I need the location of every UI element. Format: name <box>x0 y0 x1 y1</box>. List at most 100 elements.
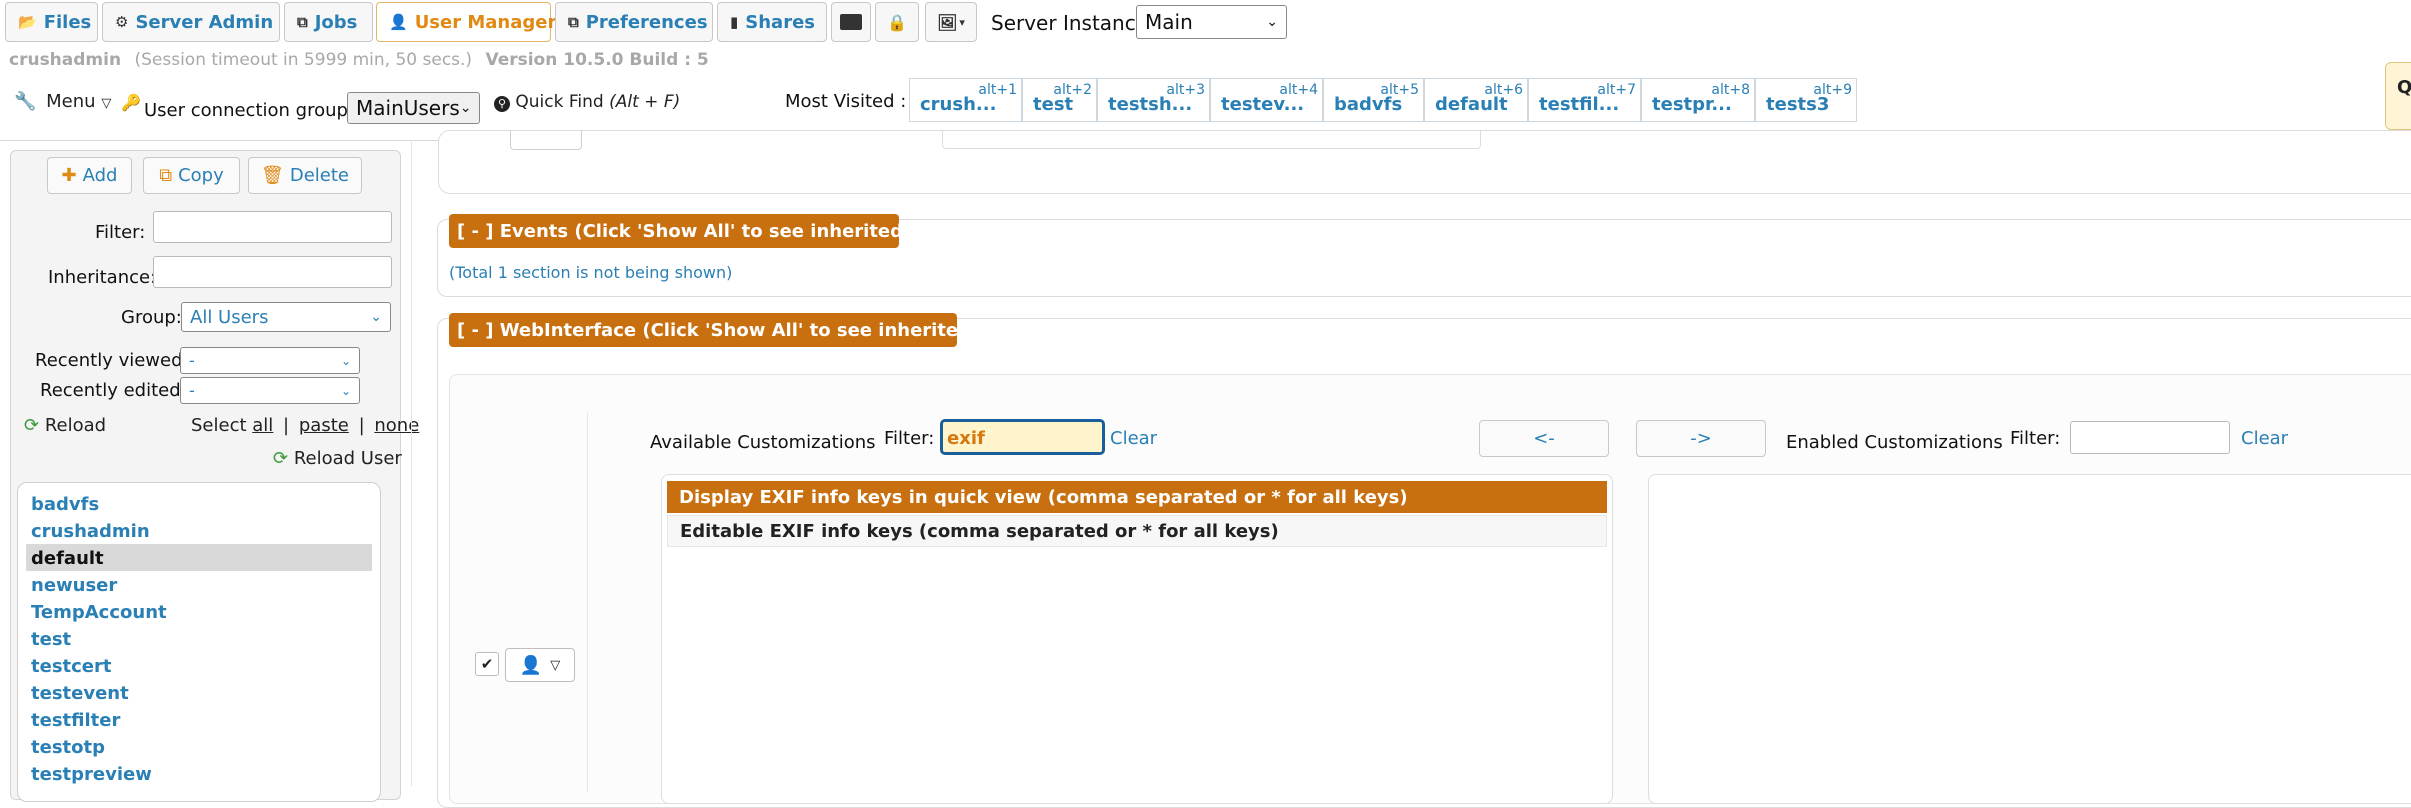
tab-user-manager[interactable]: 👤 User Manager <box>376 2 556 42</box>
most-visited-item[interactable]: alt+7 testfil... <box>1528 78 1641 122</box>
list-item[interactable]: testcert <box>31 656 112 677</box>
recently-edited-label: Recently edited: <box>40 380 187 401</box>
inheritance-label: Inheritance: <box>48 267 157 288</box>
row-divider <box>587 412 588 792</box>
list-item[interactable]: newuser <box>31 575 117 596</box>
reload-user-button[interactable]: ⟳ Reload User <box>273 448 402 469</box>
trash-icon: 🗑 <box>260 165 284 186</box>
checkmark-icon: ✔ <box>480 655 494 673</box>
tab-jobs[interactable]: ⧉ Jobs <box>284 2 373 42</box>
quick-find-label: Quick Find <box>515 92 604 112</box>
enabled-filter-input[interactable] <box>2070 421 2230 454</box>
chevron-down-icon: ▽ <box>550 657 561 673</box>
available-filter-input[interactable]: exif <box>940 419 1105 455</box>
most-visited-item[interactable]: alt+8 testpr... <box>1641 78 1755 122</box>
user-icon: 👤 <box>389 13 408 31</box>
side-popup-label: Q <box>2397 77 2411 98</box>
add-user-button[interactable]: ✚ Add <box>47 157 132 194</box>
most-visited-label: Most Visited : <box>785 91 907 112</box>
enabled-checkbox[interactable]: ✔ <box>475 652 499 676</box>
list-item[interactable]: default <box>31 548 104 569</box>
tab-user-manager-label: User Manager <box>414 11 557 33</box>
tab-server-admin[interactable]: ⚙ Server Admin <box>102 2 280 42</box>
user-group-select[interactable]: MainUsers ⌄ <box>347 92 480 124</box>
server-instance-label: Server Instance: <box>991 11 1155 35</box>
scroll-divider <box>411 142 412 786</box>
delete-user-button[interactable]: 🗑 Delete <box>248 157 362 194</box>
list-item[interactable]: testpreview <box>31 764 152 785</box>
search-icon: ⚲ <box>494 96 510 112</box>
filter-input[interactable] <box>153 211 392 243</box>
list-item[interactable]: crushadmin <box>31 521 150 542</box>
key-icon: 🔑 <box>121 93 141 112</box>
most-visited-item[interactable]: alt+4 testev... <box>1210 78 1323 122</box>
session-info: crushadmin (Session timeout in 5999 min,… <box>9 50 709 70</box>
most-visited-label-text: testpr... <box>1652 94 1732 115</box>
lock-icon: 🔒 <box>887 12 907 32</box>
list-item[interactable]: testevent <box>31 683 129 704</box>
select-all-link[interactable]: all <box>252 415 273 436</box>
session-user: crushadmin <box>9 50 122 70</box>
move-left-button[interactable]: <- <box>1479 420 1609 457</box>
most-visited-label-text: test <box>1033 94 1074 115</box>
tab-jobs-label: Jobs <box>314 11 358 33</box>
server-instance-select[interactable]: Main ⌄ <box>1136 5 1287 39</box>
add-label: Add <box>82 165 118 186</box>
copy-user-button[interactable]: ⧉ Copy <box>143 157 240 194</box>
list-item[interactable]: testfilter <box>31 710 120 731</box>
list-item[interactable]: Display EXIF info keys in quick view (co… <box>667 481 1607 513</box>
recently-edited-select[interactable]: - ⌄ <box>180 377 360 404</box>
server-instance-value: Main <box>1145 10 1193 34</box>
available-filter-label: Filter: <box>884 428 935 449</box>
tab-shares[interactable]: ▮ Shares <box>717 2 827 42</box>
move-right-label: -> <box>1690 428 1712 449</box>
list-item[interactable]: badvfs <box>31 494 99 515</box>
list-item[interactable]: test <box>31 629 71 650</box>
most-visited-item[interactable]: alt+6 default <box>1424 78 1528 122</box>
refresh-icon: ⟳ <box>24 415 40 436</box>
quick-find-shortcut: (Alt + F) <box>609 92 681 112</box>
most-visited-item[interactable]: alt+5 badvfs <box>1323 78 1424 122</box>
quick-find-button[interactable]: ⚲ Quick Find (Alt + F) <box>494 92 680 112</box>
available-filter-value: exif <box>947 428 985 449</box>
chevron-down-icon: ▽ <box>101 96 112 111</box>
move-right-button[interactable]: -> <box>1636 420 1766 457</box>
terminal-icon <box>840 14 862 30</box>
most-visited-item[interactable]: alt+9 tests3 <box>1755 78 1857 122</box>
webinterface-section-header[interactable]: [ - ] WebInterface (Click 'Show All' to … <box>449 313 1049 347</box>
plus-icon: ✚ <box>61 165 77 186</box>
inheritance-input[interactable] <box>153 256 392 288</box>
list-item-label: Editable EXIF info keys (comma separated… <box>680 520 1279 542</box>
menu-button[interactable]: 🔧 Menu ▽ <box>14 91 111 112</box>
select-links: Select all | paste | none <box>191 415 420 436</box>
list-item[interactable]: Editable EXIF info keys (comma separated… <box>667 515 1607 547</box>
recently-viewed-select[interactable]: - ⌄ <box>180 347 360 374</box>
lock-button[interactable]: 🔒 <box>875 2 919 42</box>
refresh-icon: ⟳ <box>273 448 289 469</box>
reload-button[interactable]: ⟳ Reload <box>24 415 106 436</box>
events-note: (Total 1 section is not being shown) <box>449 263 733 282</box>
user-scope-button[interactable]: 👤 ▽ <box>505 648 575 682</box>
enabled-clear-link[interactable]: Clear <box>2241 428 2288 449</box>
theme-button[interactable]: 🖼 ▾ <box>925 2 977 42</box>
tab-preferences[interactable]: ⧉ Preferences <box>555 2 713 42</box>
events-section-header[interactable]: [ - ] Events (Click 'Show All' to see in… <box>449 214 981 248</box>
most-visited-item[interactable]: alt+1 crush... <box>909 78 1022 122</box>
jobs-icon: ⧉ <box>297 13 308 31</box>
move-left-label: <- <box>1533 428 1555 449</box>
list-item[interactable]: testotp <box>31 737 105 758</box>
select-paste-link[interactable]: paste <box>299 415 349 436</box>
terminal-button[interactable] <box>831 2 871 42</box>
list-item[interactable]: TempAccount <box>31 602 167 623</box>
group-select[interactable]: All Users ⌄ <box>181 302 391 332</box>
most-visited-item[interactable]: alt+3 testsh... <box>1097 78 1210 122</box>
tab-shares-label: Shares <box>745 11 815 33</box>
select-none-link[interactable]: none <box>374 415 419 436</box>
side-popup-tab[interactable]: Q <box>2385 62 2411 130</box>
most-visited-item[interactable]: alt+2 test <box>1022 78 1097 122</box>
recently-edited-value: - <box>189 381 195 400</box>
enabled-customizations-label: Enabled Customizations <box>1786 432 2003 453</box>
tab-files[interactable]: 📂 Files <box>5 2 98 42</box>
available-clear-link[interactable]: Clear <box>1110 428 1157 449</box>
most-visited-label-text: testsh... <box>1108 94 1193 115</box>
